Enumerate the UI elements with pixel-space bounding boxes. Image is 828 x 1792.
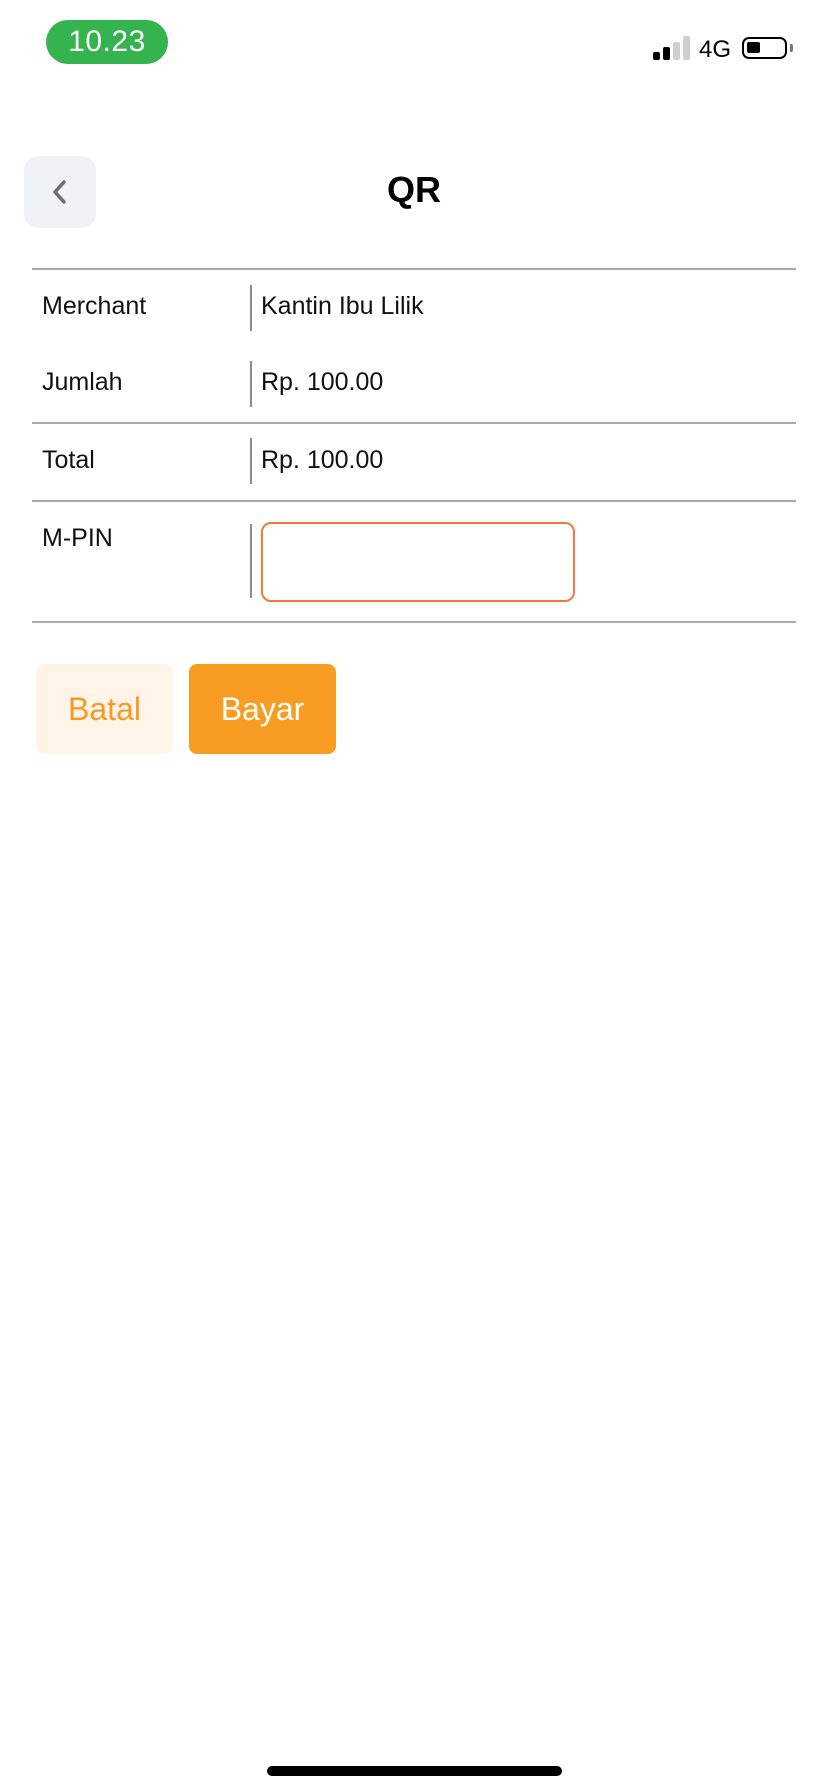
total-label: Total <box>42 446 95 474</box>
pay-button[interactable]: Bayar <box>189 664 336 754</box>
merchant-value: Kantin Ibu Lilik <box>261 292 424 320</box>
row-divider <box>32 500 796 502</box>
battery-level <box>747 42 760 53</box>
cellular-signal-icon <box>653 36 691 60</box>
column-divider <box>250 524 252 598</box>
status-time: 10.23 <box>46 20 168 64</box>
mpin-input[interactable] <box>261 522 575 602</box>
total-value: Rp. 100.00 <box>261 446 384 474</box>
amount-value: Rp. 100.00 <box>261 368 384 396</box>
column-divider <box>250 361 252 407</box>
home-indicator <box>267 1766 562 1776</box>
merchant-label: Merchant <box>42 292 147 320</box>
amount-label: Jumlah <box>42 368 123 396</box>
table-top-divider <box>32 268 796 270</box>
battery-cap <box>790 44 793 52</box>
column-divider <box>250 438 252 484</box>
cancel-button[interactable]: Batal <box>36 664 173 754</box>
battery-icon <box>742 37 787 59</box>
table-bottom-divider <box>32 621 796 623</box>
column-divider <box>250 285 252 331</box>
row-divider <box>32 422 796 424</box>
network-type: 4G <box>699 36 732 63</box>
mpin-label: M-PIN <box>42 524 113 552</box>
page-title: QR <box>387 169 441 210</box>
